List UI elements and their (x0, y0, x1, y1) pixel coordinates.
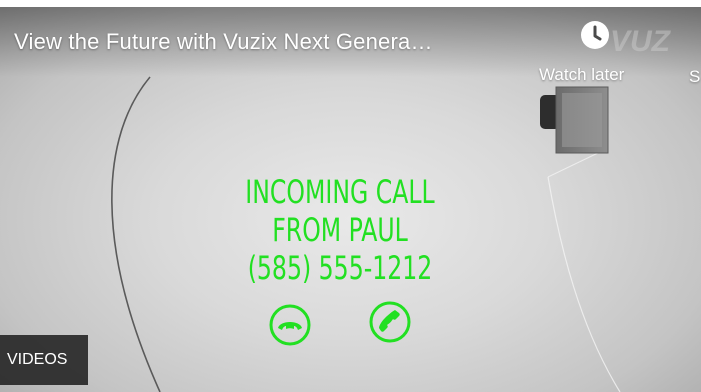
video-frame[interactable]: VUZ View the Future with Vuzix Next Gene… (0, 7, 701, 392)
watch-later-button[interactable]: Watch later (539, 20, 651, 85)
share-label[interactable]: S (689, 67, 700, 87)
video-player[interactable]: VUZ View the Future with Vuzix Next Gene… (0, 0, 701, 392)
video-title[interactable]: View the Future with Vuzix Next Genera… (14, 29, 433, 55)
clock-icon (580, 20, 610, 50)
accept-call-button[interactable] (368, 300, 412, 344)
decline-call-button[interactable] (268, 303, 312, 347)
watch-later-label: Watch later (539, 65, 625, 84)
call-line-3: (585) 555-1212 (247, 249, 433, 287)
phone-hangup-icon (269, 304, 311, 346)
phone-answer-icon (369, 301, 411, 343)
call-line-1: INCOMING CALL (245, 173, 435, 211)
call-line-2: FROM PAUL (272, 211, 408, 249)
incoming-call-text: INCOMING CALL FROM PAUL (585) 555-1212 (217, 173, 463, 287)
more-videos-button[interactable]: VIDEOS (0, 335, 88, 385)
